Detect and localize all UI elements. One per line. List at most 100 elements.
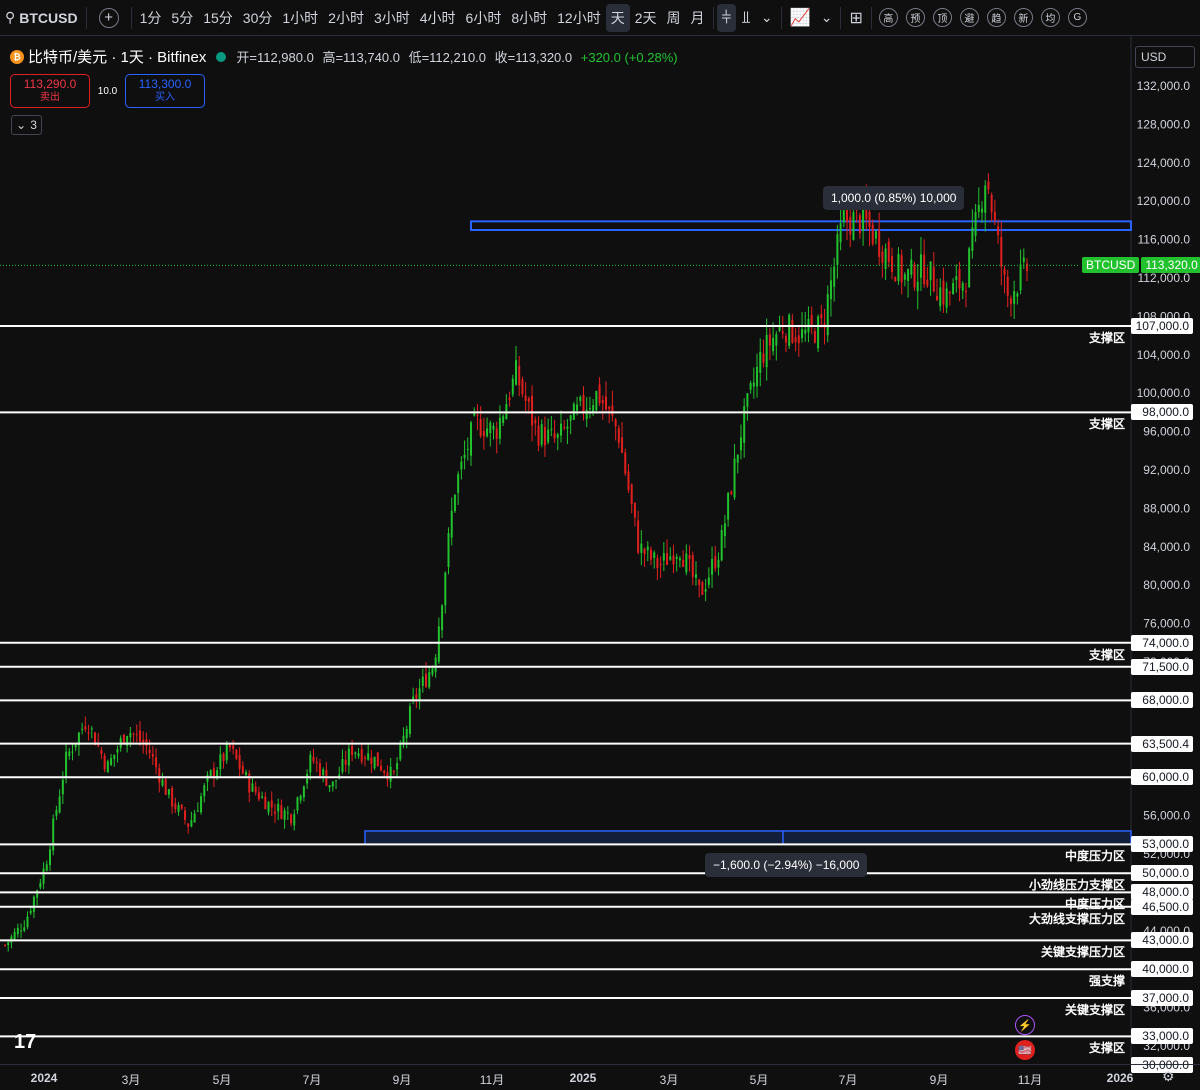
candle-body [559, 423, 562, 436]
interval-1[interactable]: 5分 [166, 4, 198, 32]
candle-body [196, 810, 199, 812]
candle-body [797, 335, 800, 344]
candle-body [437, 626, 440, 662]
level-price-label: 68,000.0 [1131, 692, 1193, 709]
candle-body [563, 427, 566, 429]
chart-type-dropdown[interactable]: ⌄ [756, 4, 778, 32]
candle-body [396, 763, 399, 770]
x-tick-label: 11月 [1017, 1073, 1043, 1087]
x-tick-label: 2025 [569, 1071, 597, 1085]
candle-body [948, 291, 951, 294]
y-tick-label: 92,000.0 [1143, 463, 1190, 477]
layout-button[interactable]: ⊞ [844, 4, 867, 32]
buy-button[interactable]: 113,300.0 买入 [125, 74, 205, 108]
interval-10[interactable]: 12小时 [552, 4, 606, 32]
interval-8[interactable]: 6小时 [461, 4, 507, 32]
candle-body [4, 944, 6, 946]
resistance-zone-box[interactable] [470, 220, 1132, 232]
candle-body [16, 927, 19, 935]
candle-body [608, 406, 611, 409]
symbol-search[interactable]: ⚲ BTCUSD [0, 4, 83, 32]
y-tick-label: 104,000.0 [1137, 348, 1191, 362]
legend-title: 比特币/美元 · 1天 · Bitfinex [28, 49, 207, 66]
candle-body [817, 316, 820, 349]
candle-body [717, 559, 720, 568]
interval-2[interactable]: 15分 [198, 4, 238, 32]
indicator-tag-3[interactable]: 避 [959, 8, 979, 27]
candle-body [203, 785, 206, 797]
candle-body [273, 811, 276, 814]
candle-body [762, 353, 765, 363]
time-axis[interactable]: 2024 3月 5月 7月 9月 11月 2025 3月 5月 7月 9月 11月 2026 [0, 1064, 1200, 1090]
candle-body [61, 779, 64, 795]
interval-9[interactable]: 8小时 [506, 4, 552, 32]
x-tick-label: 5月 [212, 1073, 232, 1087]
x-tick-label: 2026 [1106, 1071, 1134, 1085]
candle-body [450, 510, 453, 538]
level-price-label: 71,500.0 [1131, 658, 1193, 675]
currency-select[interactable]: USD [1135, 46, 1195, 68]
interval-5[interactable]: 2小时 [323, 4, 369, 32]
candle-body [23, 927, 26, 931]
interval-11[interactable]: 天 [605, 3, 630, 32]
candle-body [87, 732, 90, 734]
indicators-dropdown[interactable]: ⌄ [816, 4, 838, 32]
candle-body [617, 428, 620, 443]
candle-body [135, 734, 138, 736]
candle-body [309, 754, 312, 773]
indicator-tag-4[interactable]: 趋 [986, 8, 1006, 27]
add-symbol-button[interactable]: + [90, 4, 128, 32]
support-zone-box[interactable] [364, 830, 1132, 846]
candle-body [460, 461, 463, 470]
chart-type-button[interactable]: ⫩ [716, 3, 737, 32]
level-price-label: 33,000.0 [1131, 1028, 1193, 1045]
candle-body [20, 930, 23, 932]
indicator-tag-1[interactable]: 预 [905, 8, 925, 27]
candle-body [55, 810, 58, 816]
candle-body [148, 749, 151, 754]
candle-body [739, 437, 742, 451]
sell-button[interactable]: 113,290.0 卖出 [10, 74, 90, 108]
candle-body [598, 384, 601, 404]
candle-body [347, 748, 350, 766]
candle-body [389, 766, 392, 782]
candle-body [232, 745, 235, 749]
interval-4[interactable]: 1小时 [277, 4, 323, 32]
candle-body [457, 474, 460, 493]
candle-body [990, 194, 993, 212]
chart-type-bar-button[interactable]: ⫫ [736, 4, 756, 32]
interval-14[interactable]: 月 [686, 4, 710, 32]
indicators-collapse-button[interactable]: ⌄ 3 [11, 115, 42, 135]
candle-body [543, 426, 546, 446]
interval-7[interactable]: 4小时 [415, 4, 461, 32]
candle-body [720, 530, 723, 561]
interval-0[interactable]: 1分 [135, 4, 167, 32]
x-tick-label: 9月 [392, 1073, 412, 1087]
flag-icon[interactable]: 🇺🇸 [1015, 1040, 1035, 1060]
indicators-button[interactable]: 📈 [785, 4, 816, 32]
candle-body [903, 274, 906, 280]
interval-6[interactable]: 3小时 [369, 4, 415, 32]
candle-body [386, 772, 389, 780]
indicator-tag-5[interactable]: 新 [1013, 8, 1033, 27]
candle-body [923, 254, 926, 285]
indicator-tag-2[interactable]: 顶 [932, 8, 952, 27]
y-tick-label: 80,000.0 [1143, 578, 1190, 592]
interval-3[interactable]: 30分 [238, 4, 278, 32]
x-tick-label: 7月 [838, 1073, 858, 1087]
level-zone-label: 小劲线压力支撑区 [1028, 878, 1125, 893]
candle-body [331, 781, 334, 787]
candle-body [441, 605, 444, 631]
interval-13[interactable]: 周 [662, 4, 686, 32]
lightning-icon[interactable]: ⚡ [1015, 1015, 1035, 1035]
candle-body [788, 314, 791, 347]
candle-body [624, 452, 627, 474]
indicator-tag-6[interactable]: 均 [1040, 8, 1060, 27]
candle-body [621, 437, 624, 453]
indicator-tag-7[interactable]: G [1067, 8, 1087, 27]
candle-body [569, 415, 572, 421]
settings-icon[interactable]: ⚙ [1162, 1068, 1175, 1085]
interval-12[interactable]: 2天 [630, 4, 662, 32]
indicator-tag-0[interactable]: 高 [878, 8, 898, 27]
y-tick-label: 88,000.0 [1143, 501, 1190, 515]
